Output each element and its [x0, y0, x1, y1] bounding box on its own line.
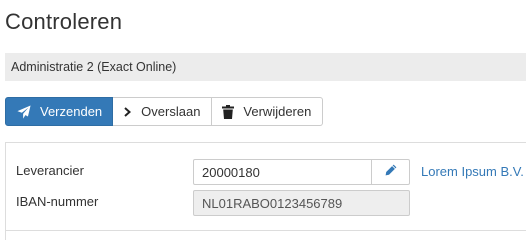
edit-supplier-button[interactable]: [371, 159, 410, 185]
supplier-name-link[interactable]: Lorem Ipsum B.V.: [421, 164, 524, 179]
chevron-right-icon: [123, 106, 132, 117]
supplier-label: Leverancier: [16, 163, 84, 178]
administration-label: Administratie 2 (Exact Online): [11, 60, 177, 74]
send-button[interactable]: Verzenden: [5, 97, 114, 126]
delete-button[interactable]: Verwijderen: [212, 97, 324, 126]
administration-bar: Administratie 2 (Exact Online): [5, 53, 526, 81]
trash-icon: [222, 104, 235, 119]
panel-divider: [5, 230, 526, 231]
send-button-label: Verzenden: [40, 104, 103, 119]
delete-button-label: Verwijderen: [243, 104, 312, 119]
iban-input: NL01RABO0123456789: [193, 190, 410, 216]
page-title: Controleren: [5, 9, 123, 34]
pencil-icon: [385, 163, 397, 181]
paper-plane-icon: [17, 104, 31, 119]
iban-label: IBAN-nummer: [16, 194, 99, 209]
action-button-group: Verzenden Overslaan Verwijderen: [5, 97, 324, 126]
skip-button[interactable]: Overslaan: [113, 97, 213, 126]
supplier-input[interactable]: 20000180: [193, 159, 372, 185]
skip-button-label: Overslaan: [141, 104, 201, 119]
